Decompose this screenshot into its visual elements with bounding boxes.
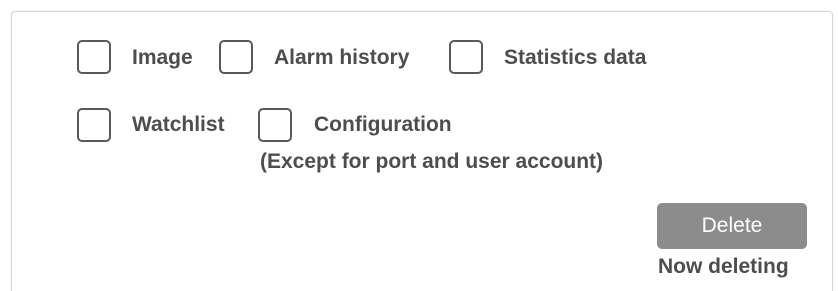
configuration-checkbox[interactable] bbox=[258, 108, 292, 142]
configuration-note: (Except for port and user account) bbox=[260, 150, 604, 173]
configuration-label: Configuration bbox=[314, 113, 452, 136]
watchlist-checkbox[interactable] bbox=[77, 108, 111, 142]
deleting-status-text: Now deleting bbox=[658, 255, 789, 278]
image-checkbox[interactable] bbox=[77, 40, 111, 74]
delete-button[interactable]: Delete bbox=[657, 203, 807, 249]
image-label: Image bbox=[132, 46, 193, 69]
alarm-history-checkbox[interactable] bbox=[219, 40, 253, 74]
statistics-data-label: Statistics data bbox=[504, 46, 647, 69]
alarm-history-label: Alarm history bbox=[274, 46, 410, 69]
statistics-data-checkbox[interactable] bbox=[449, 40, 483, 74]
watchlist-label: Watchlist bbox=[132, 113, 225, 136]
